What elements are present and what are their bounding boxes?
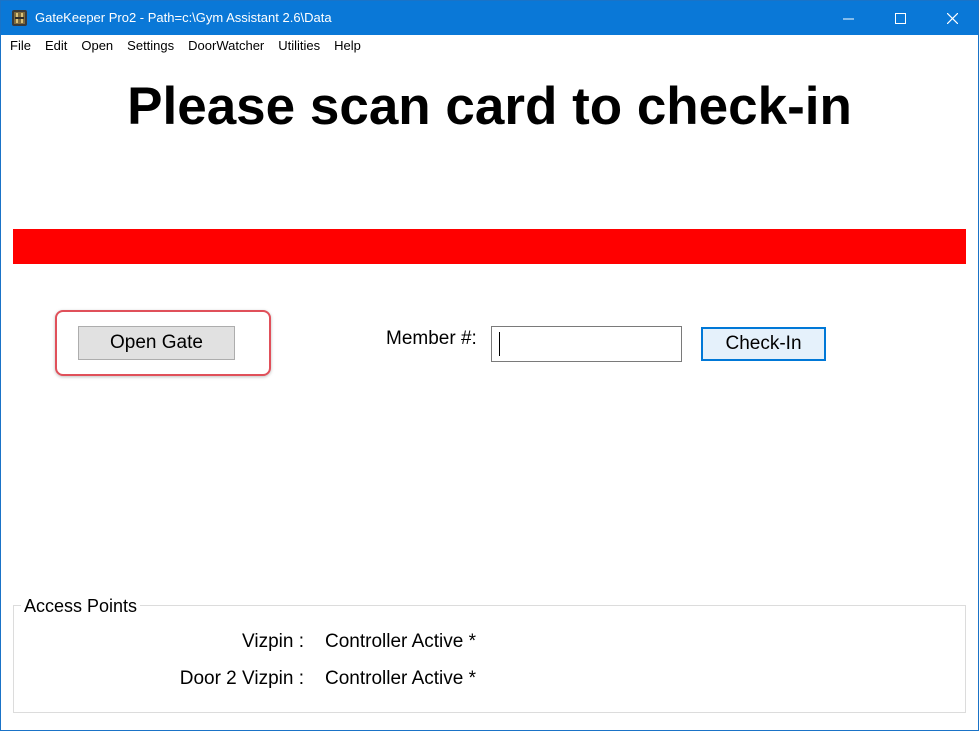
access-points-group bbox=[13, 605, 966, 713]
check-in-button[interactable]: Check-In bbox=[701, 327, 826, 361]
app-icon bbox=[12, 10, 27, 26]
menu-doorwatcher[interactable]: DoorWatcher bbox=[181, 35, 271, 57]
title-bar[interactable]: GateKeeper Pro2 - Path=c:\Gym Assistant … bbox=[1, 1, 978, 35]
access-points-legend: Access Points bbox=[21, 595, 141, 617]
menu-edit[interactable]: Edit bbox=[38, 35, 74, 57]
app-window: GateKeeper Pro2 - Path=c:\Gym Assistant … bbox=[0, 0, 979, 731]
access-point-status: Controller Active * bbox=[325, 668, 477, 689]
menu-utilities[interactable]: Utilities bbox=[271, 35, 327, 57]
close-icon bbox=[946, 12, 958, 24]
member-number-input[interactable] bbox=[491, 326, 682, 362]
minimize-icon bbox=[842, 18, 854, 19]
menu-settings[interactable]: Settings bbox=[120, 35, 181, 57]
minimize-button[interactable] bbox=[822, 1, 874, 35]
menu-bar: File Edit Open Settings DoorWatcher Util… bbox=[1, 35, 978, 57]
menu-help[interactable]: Help bbox=[327, 35, 368, 57]
access-point-status: Controller Active * bbox=[325, 631, 477, 652]
menu-open[interactable]: Open bbox=[74, 35, 120, 57]
maximize-button[interactable] bbox=[874, 1, 926, 35]
scan-prompt-heading: Please scan card to check-in bbox=[127, 77, 852, 136]
maximize-icon bbox=[894, 12, 906, 24]
member-number-label: Member #: bbox=[386, 328, 477, 349]
access-point-label: Door 2 Vizpin : bbox=[179, 668, 304, 689]
access-point-label: Vizpin : bbox=[242, 631, 304, 652]
open-gate-button[interactable]: Open Gate bbox=[78, 326, 235, 360]
menu-file[interactable]: File bbox=[1, 35, 38, 57]
text-caret bbox=[499, 332, 500, 356]
close-button[interactable] bbox=[926, 1, 978, 35]
window-title: GateKeeper Pro2 - Path=c:\Gym Assistant … bbox=[35, 10, 332, 25]
status-indicator-bar bbox=[13, 229, 966, 264]
